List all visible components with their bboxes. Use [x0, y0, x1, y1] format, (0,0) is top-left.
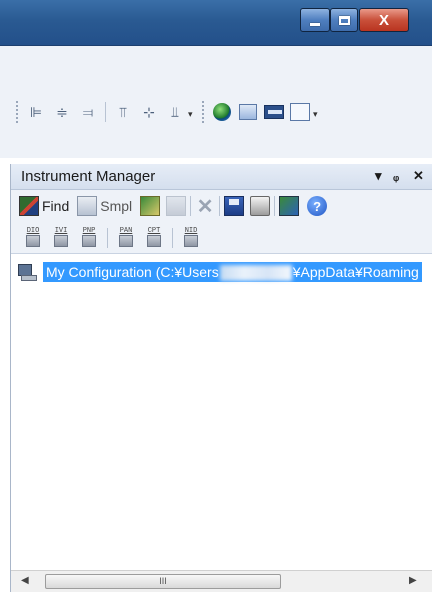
horizontal-scrollbar[interactable]: ◀ III ▶ — [11, 570, 432, 592]
globe-icon[interactable] — [212, 102, 232, 122]
print-icon[interactable] — [250, 196, 271, 216]
protocol-label: DIO — [26, 226, 40, 235]
protocol-cpt-button[interactable]: CPT — [144, 227, 164, 249]
pane-close-icon[interactable]: ✕ — [413, 168, 424, 184]
protocol-label: NID — [184, 226, 198, 235]
redacted-username — [219, 265, 292, 282]
maximize-icon — [338, 15, 350, 25]
pane-toolbar: Find Smpl ✕ ? — [11, 190, 432, 222]
protocol-pnp-button[interactable]: PNP — [79, 227, 99, 249]
tree-item-label[interactable]: My Configuration (C:¥Users ¥AppData¥Roami… — [43, 261, 422, 283]
align-left-icon[interactable]: ⊫ — [26, 102, 46, 122]
protocol-toolbar: DIO IVI PNP PAN CPT NID — [11, 222, 432, 254]
protocol-label: CPT — [147, 226, 161, 235]
toolbar-overflow-icon[interactable]: ▾ — [188, 109, 196, 121]
protocol-nid-button[interactable]: NID — [181, 227, 201, 249]
network-icon[interactable] — [279, 196, 300, 216]
window-icon[interactable] — [264, 102, 284, 122]
help-icon[interactable]: ? — [307, 196, 328, 216]
protocol-dio-button[interactable]: DIO — [23, 227, 43, 249]
minimize-button[interactable] — [300, 8, 330, 32]
toolbar-separator — [274, 196, 276, 216]
pin-icon[interactable]: ᵩ — [393, 168, 399, 183]
tree-item-my-configuration[interactable]: My Configuration (C:¥Users ¥AppData¥Roami… — [17, 261, 422, 283]
save-icon[interactable] — [224, 196, 245, 216]
scroll-left-icon[interactable]: ◀ — [21, 575, 29, 586]
find-button[interactable]: Find — [42, 198, 69, 214]
align-right-icon[interactable]: ⫤ — [78, 102, 98, 122]
toolbar-grip[interactable] — [202, 101, 205, 123]
find-icon[interactable] — [19, 196, 39, 216]
app-window: X ⊫ ≑ ⫤ ⫪ ⊹ ⫫ ▾ ▾ Instrument Manager ▾ ᵩ… — [0, 0, 432, 592]
align-middle-icon[interactable]: ⊹ — [139, 102, 159, 122]
delete-icon[interactable]: ✕ — [195, 196, 215, 218]
title-bar: X — [0, 0, 432, 46]
scroll-thumb[interactable]: III — [45, 574, 281, 589]
chart-icon[interactable] — [290, 102, 310, 122]
protocol-ivi-button[interactable]: IVI — [51, 227, 71, 249]
configuration-tree[interactable]: My Configuration (C:¥Users ¥AppData¥Roami… — [11, 254, 432, 570]
close-icon: X — [378, 11, 389, 29]
generate-icon[interactable] — [140, 196, 161, 216]
protocol-label: PNP — [82, 226, 96, 235]
calendar-icon[interactable] — [238, 102, 258, 122]
toolbar-separator — [107, 227, 108, 248]
sample-icon[interactable] — [77, 196, 98, 216]
toolbar-separator — [219, 196, 221, 216]
toolbar-grip[interactable] — [16, 101, 19, 123]
instrument-manager-pane: Instrument Manager ▾ ᵩ ✕ Find Smpl ✕ ? D… — [10, 164, 432, 592]
protocol-label: PAN — [119, 226, 133, 235]
toolbar-overflow-icon[interactable]: ▾ — [313, 109, 321, 121]
close-window-button[interactable]: X — [359, 8, 409, 32]
scroll-right-icon[interactable]: ▶ — [409, 575, 417, 586]
computer-icon — [17, 263, 37, 281]
pane-header: Instrument Manager ▾ ᵩ ✕ — [11, 164, 432, 190]
toolbar-separator — [172, 227, 173, 248]
align-center-icon[interactable]: ≑ — [52, 102, 72, 122]
layout-toolbar: ⊫ ≑ ⫤ ⫪ ⊹ ⫫ ▾ ▾ — [12, 98, 323, 126]
smpl-button[interactable]: Smpl — [100, 198, 132, 214]
minimize-icon — [310, 22, 320, 26]
align-top-icon[interactable]: ⫪ — [113, 102, 133, 122]
properties-icon[interactable] — [166, 196, 187, 216]
protocol-label: IVI — [54, 226, 68, 235]
toolbar-separator — [105, 102, 106, 122]
pane-menu-icon[interactable]: ▾ — [375, 168, 382, 184]
protocol-pan-button[interactable]: PAN — [116, 227, 136, 249]
maximize-button[interactable] — [330, 8, 358, 32]
toolbar-separator — [190, 196, 192, 216]
align-bottom-icon[interactable]: ⫫ — [165, 102, 185, 122]
pane-title: Instrument Manager — [21, 168, 156, 185]
